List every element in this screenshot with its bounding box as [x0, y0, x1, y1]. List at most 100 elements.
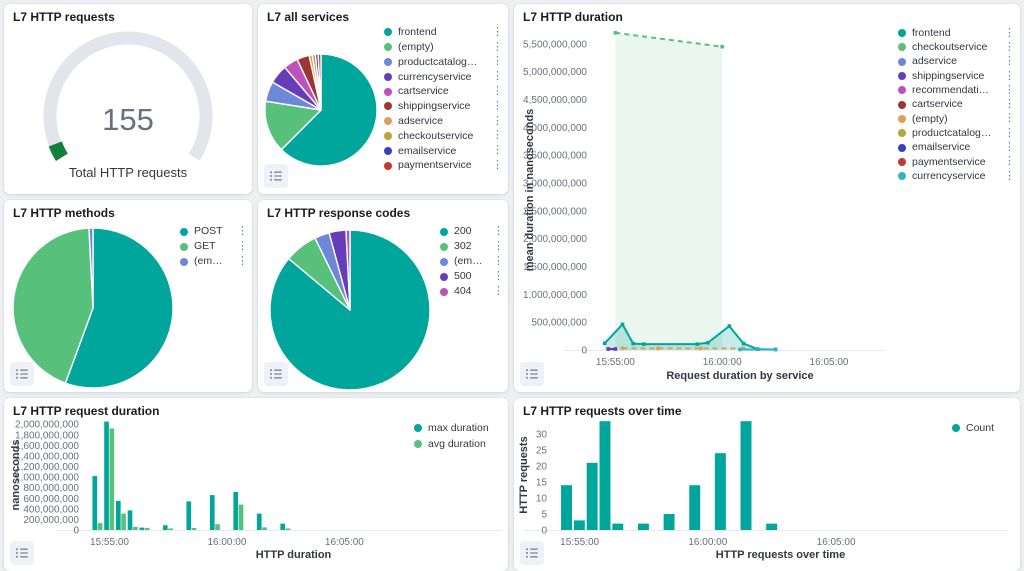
legend-actions-icon[interactable]: ⋮ — [488, 86, 503, 97]
legend-item-(empty)[interactable]: (empty)⋮ — [384, 40, 503, 55]
legend-item-currencyservice[interactable]: currencyservice⋮ — [384, 69, 503, 84]
bar-avg duration[interactable] — [133, 527, 138, 530]
bar-Count[interactable] — [612, 524, 623, 530]
bar-avg duration[interactable] — [192, 528, 197, 530]
bar-avg duration[interactable] — [98, 523, 103, 530]
legend-item-frontend[interactable]: frontend⋮ — [898, 26, 1015, 40]
legend-item-emailservice[interactable]: emailservice⋮ — [384, 143, 503, 158]
bar-Count[interactable] — [689, 485, 700, 530]
legend-actions-icon[interactable]: ⋮ — [489, 271, 504, 282]
legend-item-(empty)[interactable]: (empty)⋮ — [180, 254, 248, 269]
bar-Count[interactable] — [715, 453, 726, 530]
legend-actions-icon[interactable]: ⋮ — [1000, 113, 1015, 124]
legend-actions-icon[interactable]: ⋮ — [1000, 99, 1015, 110]
legend-actions-icon[interactable]: ⋮ — [488, 56, 503, 67]
bar-max duration[interactable] — [139, 528, 144, 530]
legend-actions-icon[interactable]: ⋮ — [1000, 56, 1015, 67]
bar-Count[interactable] — [600, 421, 611, 530]
bar-avg duration[interactable] — [168, 528, 173, 530]
requests-over-time-bar-chart[interactable]: 05101520253015:55:0016:00:0016:05:00 — [514, 398, 1020, 571]
legend-item-paymentservice[interactable]: paymentservice⋮ — [898, 155, 1015, 169]
legend-item-max duration[interactable]: max duration — [414, 420, 502, 436]
legend-item-cartservice[interactable]: cartservice⋮ — [898, 97, 1015, 111]
legend-actions-icon[interactable]: ⋮ — [488, 116, 503, 127]
legend-actions-icon[interactable]: ⋮ — [233, 256, 248, 267]
legend-item-frontend[interactable]: frontend⋮ — [384, 25, 503, 40]
legend-actions-icon[interactable]: ⋮ — [488, 101, 503, 112]
legend-actions-icon[interactable]: ⋮ — [489, 241, 504, 252]
legend-actions-icon[interactable]: ⋮ — [489, 286, 504, 297]
bar-Count[interactable] — [587, 463, 598, 530]
bar-Count[interactable] — [574, 520, 585, 530]
bar-avg duration[interactable] — [239, 505, 244, 530]
legend-actions-icon[interactable]: ⋮ — [233, 241, 248, 252]
bar-avg duration[interactable] — [109, 428, 114, 530]
legend-actions-icon[interactable]: ⋮ — [489, 226, 504, 237]
bar-max duration[interactable] — [128, 510, 133, 530]
bar-Count[interactable] — [766, 524, 777, 530]
bar-Count[interactable] — [561, 485, 572, 530]
bar-max duration[interactable] — [104, 422, 109, 530]
legend-toggle-button[interactable] — [264, 362, 288, 386]
legend-item-adservice[interactable]: adservice⋮ — [898, 55, 1015, 69]
legend-item-(empty)[interactable]: (empty)⋮ — [898, 112, 1015, 126]
legend-actions-icon[interactable]: ⋮ — [1000, 28, 1015, 39]
bar-max duration[interactable] — [92, 476, 97, 530]
legend-actions-icon[interactable]: ⋮ — [488, 130, 503, 141]
legend-item-Count[interactable]: Count — [952, 420, 1012, 436]
legend-actions-icon[interactable]: ⋮ — [489, 256, 504, 267]
legend-toggle-button[interactable] — [264, 164, 288, 188]
legend-toggle-button[interactable] — [520, 541, 544, 565]
legend-item-cartservice[interactable]: cartservice⋮ — [384, 84, 503, 99]
legend-actions-icon[interactable]: ⋮ — [488, 27, 503, 38]
legend-actions-icon[interactable]: ⋮ — [488, 145, 503, 156]
bar-Count[interactable] — [638, 524, 649, 530]
legend-toggle-button[interactable] — [10, 541, 34, 565]
legend-item-shippingservice[interactable]: shippingservice⋮ — [898, 69, 1015, 83]
legend-actions-icon[interactable]: ⋮ — [1000, 128, 1015, 139]
legend-actions-icon[interactable]: ⋮ — [1000, 142, 1015, 153]
legend-actions-icon[interactable]: ⋮ — [1000, 42, 1015, 53]
bar-max duration[interactable] — [257, 514, 262, 530]
bar-avg duration[interactable] — [215, 524, 220, 530]
legend-actions-icon[interactable]: ⋮ — [488, 160, 503, 171]
legend-toggle-button[interactable] — [520, 362, 544, 386]
bar-Count[interactable] — [741, 421, 752, 530]
bar-avg duration[interactable] — [286, 528, 291, 530]
legend-actions-icon[interactable]: ⋮ — [1000, 71, 1015, 82]
legend-item-avg duration[interactable]: avg duration — [414, 436, 502, 452]
legend-toggle-button[interactable] — [10, 362, 34, 386]
legend-item-productcatalogservice[interactable]: productcatalogservice⋮ — [898, 126, 1015, 140]
legend-item-404[interactable]: 404⋮ — [440, 284, 504, 299]
legend-actions-icon[interactable]: ⋮ — [1000, 171, 1015, 182]
bar-max duration[interactable] — [233, 492, 238, 530]
bar-max duration[interactable] — [116, 501, 121, 530]
bar-avg duration[interactable] — [145, 528, 150, 530]
legend-item-productcatalogservice[interactable]: productcatalogservice⋮ — [384, 55, 503, 70]
legend-item-POST[interactable]: POST⋮ — [180, 224, 248, 239]
legend-item-checkoutservice[interactable]: checkoutservice⋮ — [898, 40, 1015, 54]
bar-max duration[interactable] — [186, 501, 191, 530]
legend-actions-icon[interactable]: ⋮ — [233, 226, 248, 237]
legend-item-shippingservice[interactable]: shippingservice⋮ — [384, 99, 503, 114]
bar-max duration[interactable] — [280, 524, 285, 530]
legend-item-recommendationservice[interactable]: recommendationservice⋮ — [898, 83, 1015, 97]
legend-item-currencyservice[interactable]: currencyservice⋮ — [898, 169, 1015, 183]
legend-item-emailservice[interactable]: emailservice⋮ — [898, 140, 1015, 154]
bar-max duration[interactable] — [210, 495, 215, 530]
legend-item-checkoutservice[interactable]: checkoutservice⋮ — [384, 129, 503, 144]
legend-item-paymentservice[interactable]: paymentservice⋮ — [384, 158, 503, 173]
legend-item-GET[interactable]: GET⋮ — [180, 239, 248, 254]
legend-item-500[interactable]: 500⋮ — [440, 269, 504, 284]
legend-item-302[interactable]: 302⋮ — [440, 239, 504, 254]
legend-item-(empty)[interactable]: (empty)⋮ — [440, 254, 504, 269]
bar-avg duration[interactable] — [121, 514, 126, 530]
legend-actions-icon[interactable]: ⋮ — [488, 42, 503, 53]
bar-avg duration[interactable] — [262, 527, 267, 530]
legend-actions-icon[interactable]: ⋮ — [488, 71, 503, 82]
legend-item-adservice[interactable]: adservice⋮ — [384, 114, 503, 129]
legend-actions-icon[interactable]: ⋮ — [1000, 85, 1015, 96]
legend-item-200[interactable]: 200⋮ — [440, 224, 504, 239]
legend-actions-icon[interactable]: ⋮ — [1000, 156, 1015, 167]
bar-Count[interactable] — [664, 514, 675, 530]
